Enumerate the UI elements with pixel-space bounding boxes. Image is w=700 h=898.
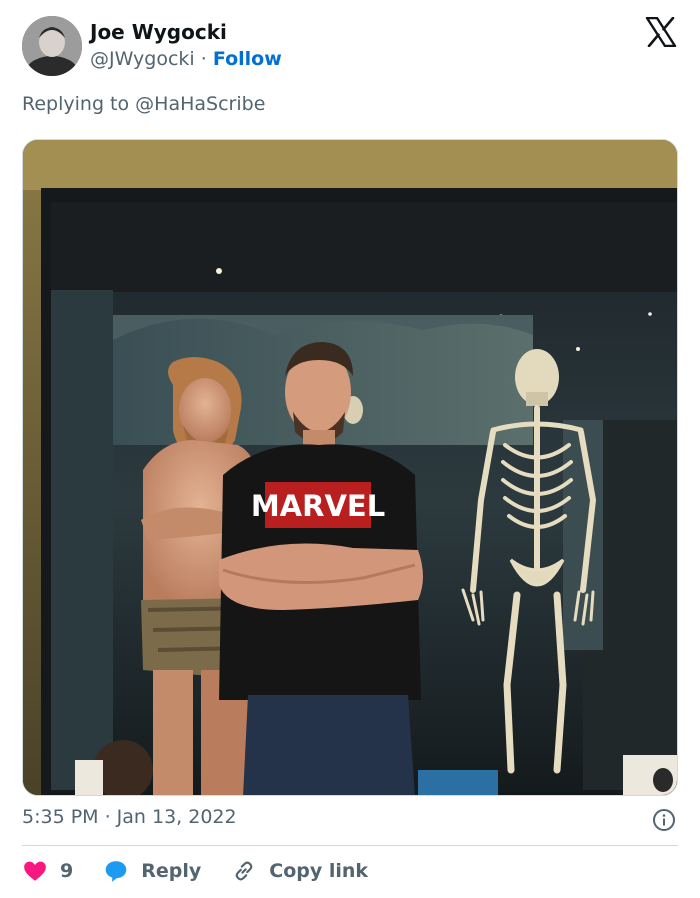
handle-separator: · (200, 48, 207, 70)
reply-label: Reply (141, 860, 202, 882)
avatar[interactable] (22, 16, 82, 76)
x-logo-icon[interactable] (645, 17, 677, 47)
reply-button[interactable]: Reply (103, 858, 201, 884)
link-icon (235, 861, 253, 881)
author-handle[interactable]: @JWygocki (90, 48, 195, 70)
heart-icon (24, 861, 46, 881)
copy-link-label: Copy link (269, 860, 369, 882)
author-name[interactable]: Joe Wygocki (90, 20, 227, 44)
avatar-image (22, 16, 82, 76)
author-handle-row: @JWygocki · Follow (90, 48, 282, 70)
action-bar: 9 Reply Copy link (22, 856, 398, 886)
copy-link-button[interactable]: Copy link (231, 858, 368, 884)
tweet-timestamp[interactable]: 5:35 PM · Jan 13, 2022 (22, 806, 237, 828)
museum-photo: MARVEL (23, 140, 677, 795)
reply-context: Replying to @HaHaScribe (22, 93, 265, 115)
reply-mention[interactable]: @HaHaScribe (135, 93, 265, 115)
like-count: 9 (60, 860, 74, 882)
like-button[interactable]: 9 (22, 858, 73, 884)
shirt-marvel-text: MARVEL (251, 489, 385, 523)
info-icon[interactable] (652, 808, 676, 832)
reply-bubble-icon (105, 861, 127, 882)
tweet-photo[interactable]: MARVEL (22, 139, 678, 796)
divider (22, 845, 678, 846)
follow-button[interactable]: Follow (213, 48, 282, 70)
reply-prefix: Replying to (22, 93, 130, 115)
